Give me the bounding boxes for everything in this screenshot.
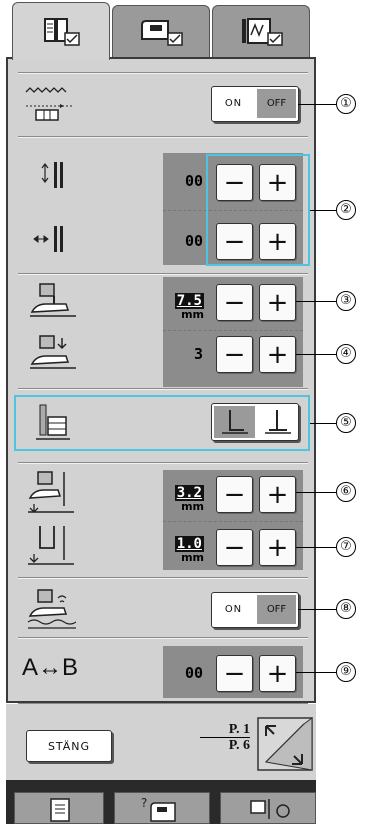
foot-position-left-option[interactable] xyxy=(214,406,255,438)
free-motion-toggle[interactable]: ON OFF xyxy=(211,86,299,122)
needle-height-minus-button[interactable]: − xyxy=(216,529,253,566)
pivot-height-minus-button[interactable]: − xyxy=(216,284,253,321)
divider xyxy=(18,388,308,389)
callout-9: ⑨ xyxy=(336,662,356,682)
divider xyxy=(18,273,308,274)
ab-label: A↔B xyxy=(22,654,79,681)
svg-text:?: ? xyxy=(141,796,147,810)
tab-machine-settings[interactable] xyxy=(112,5,210,57)
foot-position-right-option[interactable] xyxy=(257,406,298,438)
fabric-sensor-icon xyxy=(27,589,77,629)
foot-right-icon xyxy=(265,410,291,434)
settings-list-icon xyxy=(50,798,70,822)
vertical-value: 00 xyxy=(184,172,203,190)
tab-utility[interactable] xyxy=(12,2,110,60)
page-turn-button[interactable] xyxy=(256,716,314,772)
callout-6: ⑥ xyxy=(336,482,356,502)
page-total: P. 6 xyxy=(228,738,250,753)
divider xyxy=(18,637,308,638)
callout-2: ② xyxy=(336,200,356,220)
presser-pressure-minus-button[interactable]: − xyxy=(216,336,253,373)
divider xyxy=(18,462,308,463)
close-button[interactable]: STÄNG xyxy=(26,730,112,762)
highlight-box xyxy=(206,154,310,266)
presser-pressure-icon xyxy=(30,335,76,369)
help-button[interactable]: ? xyxy=(114,792,210,824)
fabric-sensor-off-option[interactable]: OFF xyxy=(257,595,296,624)
callout-5: ⑤ xyxy=(336,413,356,433)
callout-7: ⑦ xyxy=(336,537,356,557)
needle-height-value: 1.0 xyxy=(174,536,204,552)
foot-height-icon xyxy=(28,471,74,513)
fabric-sensor-toggle[interactable]: ON OFF xyxy=(211,592,299,628)
page-current: P. 1 xyxy=(200,722,250,738)
ab-value: 00 xyxy=(184,664,203,682)
needle-height-icon xyxy=(28,526,74,565)
callout-4: ④ xyxy=(336,344,356,364)
pivot-height-foot-icon xyxy=(30,283,76,317)
tab-embroidery-settings[interactable] xyxy=(212,5,310,57)
free-motion-stitch-icon xyxy=(25,87,72,121)
divider xyxy=(18,577,308,578)
divider xyxy=(18,136,308,137)
utility-tab-icon xyxy=(44,17,80,46)
free-motion-off-option[interactable]: OFF xyxy=(257,89,296,118)
presser-pressure-value: 3 xyxy=(193,345,203,363)
fabric-sensor-on-option[interactable]: ON xyxy=(212,593,255,626)
ab-plus-button[interactable]: + xyxy=(259,655,296,692)
pivot-height-plus-button[interactable]: + xyxy=(259,284,296,321)
ab-minus-button[interactable]: − xyxy=(216,655,253,692)
presser-pressure-plus-button[interactable]: + xyxy=(259,336,296,373)
settings-list-button[interactable] xyxy=(14,792,104,824)
vertical-adjust-icon xyxy=(41,162,63,188)
horizontal-value: 00 xyxy=(184,232,203,250)
horizontal-adjust-icon xyxy=(33,226,63,252)
foot-position-selector[interactable] xyxy=(211,403,299,441)
needle-height-unit: mm xyxy=(181,551,204,564)
free-motion-on-option[interactable]: ON xyxy=(212,87,255,120)
needle-height-plus-button[interactable]: + xyxy=(259,529,296,566)
pivot-height-unit: mm xyxy=(181,308,204,321)
divider xyxy=(18,72,308,73)
foot-height-plus-button[interactable]: + xyxy=(259,476,296,513)
foot-height-minus-button[interactable]: − xyxy=(216,476,253,513)
sewing-machine-tab-icon xyxy=(141,19,183,46)
tension-icon xyxy=(250,799,290,819)
foot-left-icon xyxy=(222,410,248,434)
tension-button[interactable] xyxy=(220,792,316,824)
callout-1: ① xyxy=(336,94,356,114)
page-indicator: P. 1 P. 6 xyxy=(200,722,250,753)
help-machine-icon: ? xyxy=(141,796,176,822)
pivot-height-value: 7.5 xyxy=(174,293,204,309)
foot-height-value: 3.2 xyxy=(174,485,204,501)
needle-foot-icon xyxy=(36,404,70,440)
callout-3: ③ xyxy=(336,291,356,311)
embroidery-tab-icon xyxy=(242,17,283,46)
foot-height-unit: mm xyxy=(181,500,204,513)
callout-8: ⑧ xyxy=(336,599,356,619)
